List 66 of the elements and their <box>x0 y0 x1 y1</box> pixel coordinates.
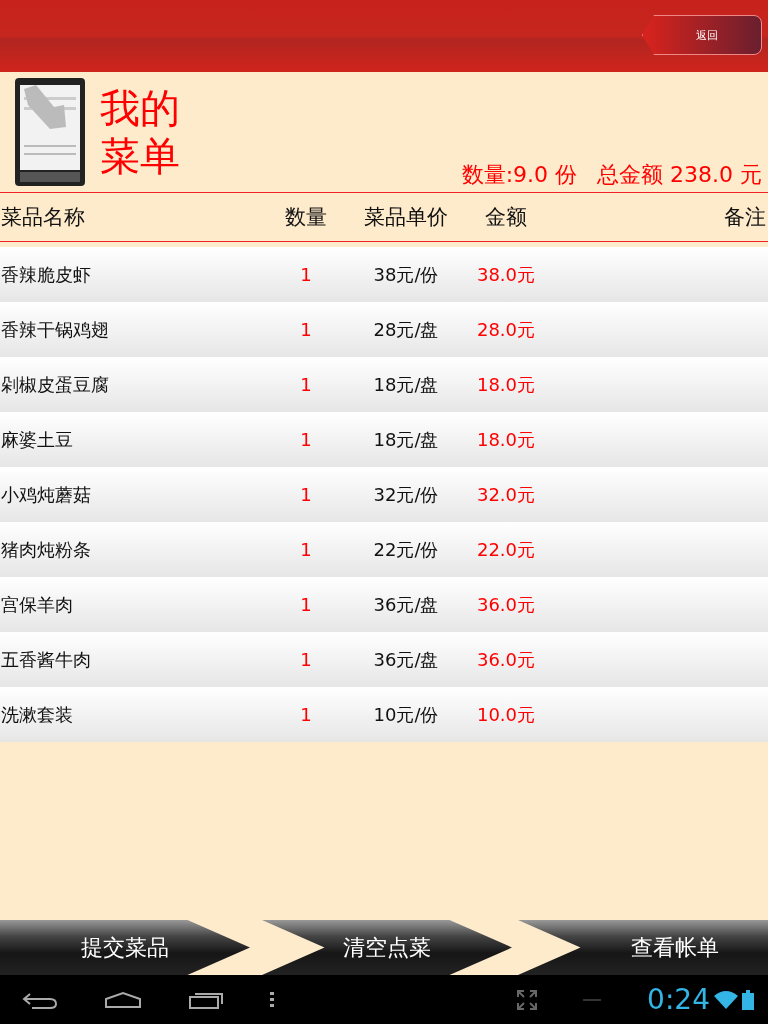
dish-name: 香辣脆皮虾 <box>0 262 92 287</box>
table-row[interactable]: 剁椒皮蛋豆腐 1 18元/盘 18.0元 <box>0 357 768 412</box>
dish-name: 宫保羊肉 <box>0 592 74 617</box>
column-header: 备注 <box>724 204 767 231</box>
price-cell-text: 18元/盘 <box>372 372 440 397</box>
price-cell-text: 22元/份 <box>372 537 440 562</box>
table-row[interactable]: 香辣脆皮虾 1 38元/份 38.0元 <box>0 247 768 302</box>
quantity-cell-text: 1 <box>299 704 313 725</box>
price-cell-text: 36元/盘 <box>372 592 440 617</box>
quantity-cell-text: 1 <box>299 264 313 285</box>
battery-icon <box>742 989 754 1010</box>
quantity-summary: 数量:9.0 份 <box>461 161 578 189</box>
dish-name: 猪肉炖粉条 <box>0 537 92 562</box>
action-button[interactable]: 提交菜品 <box>0 920 250 975</box>
dish-name: 剁椒皮蛋豆腐 <box>0 372 110 397</box>
dish-name: 麻婆土豆 <box>0 427 74 452</box>
quantity-cell-text: 1 <box>299 319 313 340</box>
quantity-cell-text: 1 <box>299 429 313 450</box>
table-row[interactable]: 麻婆土豆 1 18元/盘 18.0元 <box>0 412 768 467</box>
quantity-cell-text: 1 <box>299 539 313 560</box>
price-cell-text: 36元/盘 <box>372 647 440 672</box>
price-cell-text: 32元/份 <box>372 482 440 507</box>
clock: 0:24 <box>647 983 710 1016</box>
price-cell-text: 18元/盘 <box>372 427 440 452</box>
back-button[interactable]: 返回 <box>642 15 762 55</box>
quantity-cell-text: 1 <box>299 484 313 505</box>
home-icon[interactable] <box>104 990 142 1009</box>
amount-cell-text: 36.0元 <box>475 592 537 617</box>
page-title: 菜单 <box>100 132 180 180</box>
price-cell-text: 28元/盘 <box>372 317 440 342</box>
amount-cell-text: 22.0元 <box>475 537 537 562</box>
dish-name: 小鸡炖蘑菇 <box>0 482 92 507</box>
amount-cell-text: 36.0元 <box>475 647 537 672</box>
phone-menu-icon <box>14 77 86 187</box>
quantity-cell-text: 1 <box>299 374 313 395</box>
action-button[interactable]: 清空点菜 <box>262 920 512 975</box>
table-row[interactable]: 小鸡炖蘑菇 1 32元/份 32.0元 <box>0 467 768 522</box>
quantity-cell-text: 1 <box>299 649 313 670</box>
amount-cell-text: 38.0元 <box>475 262 537 287</box>
dish-name: 洗漱套装 <box>0 702 74 727</box>
quantity-cell-text: 1 <box>299 594 313 615</box>
amount-cell-text: 10.0元 <box>475 702 537 727</box>
menu-icon[interactable] <box>270 991 274 1008</box>
amount-cell-text: 32.0元 <box>475 482 537 507</box>
column-header: 数量 <box>284 204 328 231</box>
dish-name: 五香酱牛肉 <box>0 647 92 672</box>
column-header: 金额 <box>484 204 528 231</box>
price-cell-text: 10元/份 <box>372 702 440 727</box>
fullscreen-icon[interactable] <box>517 989 538 1010</box>
table-row[interactable]: 五香酱牛肉 1 36元/盘 36.0元 <box>0 632 768 687</box>
table-row[interactable]: 猪肉炖粉条 1 22元/份 22.0元 <box>0 522 768 577</box>
total-amount: 总金额 238.0 元 <box>597 161 762 189</box>
wifi-icon <box>714 990 738 1009</box>
amount-cell-text: 28.0元 <box>475 317 537 342</box>
table-row[interactable]: 洗漱套装 1 10元/份 10.0元 <box>0 687 768 742</box>
dish-name: 香辣干锅鸡翅 <box>0 317 110 342</box>
table-row[interactable]: 香辣干锅鸡翅 1 28元/盘 28.0元 <box>0 302 768 357</box>
page-title: 我的 <box>100 84 180 132</box>
minus-icon <box>583 998 602 1001</box>
amount-cell-text: 18.0元 <box>475 427 537 452</box>
amount-cell-text: 18.0元 <box>475 372 537 397</box>
price-cell-text: 38元/份 <box>372 262 440 287</box>
action-button[interactable]: 查看帐单 <box>518 920 768 975</box>
column-header: 菜品名称 <box>0 204 86 231</box>
table-row[interactable]: 宫保羊肉 1 36元/盘 36.0元 <box>0 577 768 632</box>
column-header: 菜品单价 <box>363 204 449 231</box>
